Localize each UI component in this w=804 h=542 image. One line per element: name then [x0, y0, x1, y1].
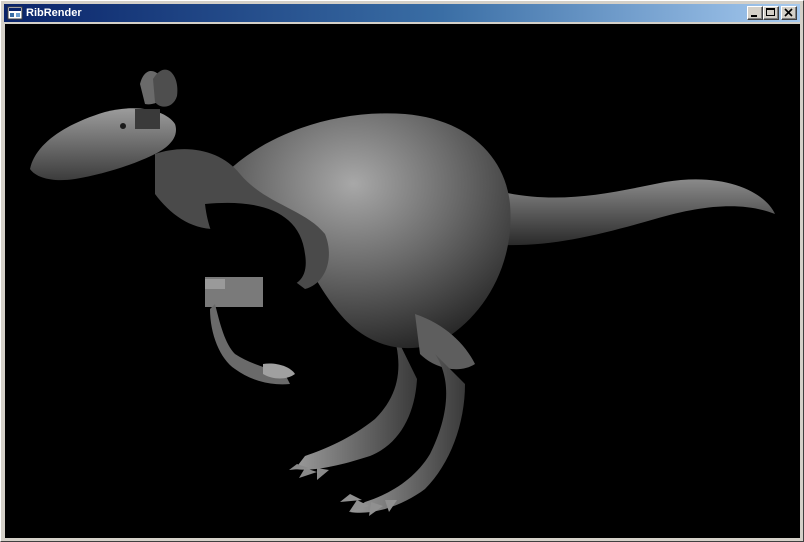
minimize-icon	[751, 15, 757, 17]
close-button[interactable]	[781, 6, 797, 20]
maximize-button[interactable]	[763, 6, 779, 20]
maximize-icon	[766, 8, 775, 16]
kangaroo-render	[5, 24, 800, 538]
minimize-button[interactable]	[747, 6, 763, 20]
app-window-icon[interactable]	[7, 5, 23, 21]
title-bar[interactable]: RibRender	[4, 4, 800, 22]
app-window: RibRender	[0, 0, 804, 542]
window-title: RibRender	[26, 7, 82, 19]
close-icon	[784, 8, 793, 17]
render-viewport[interactable]	[5, 24, 800, 538]
